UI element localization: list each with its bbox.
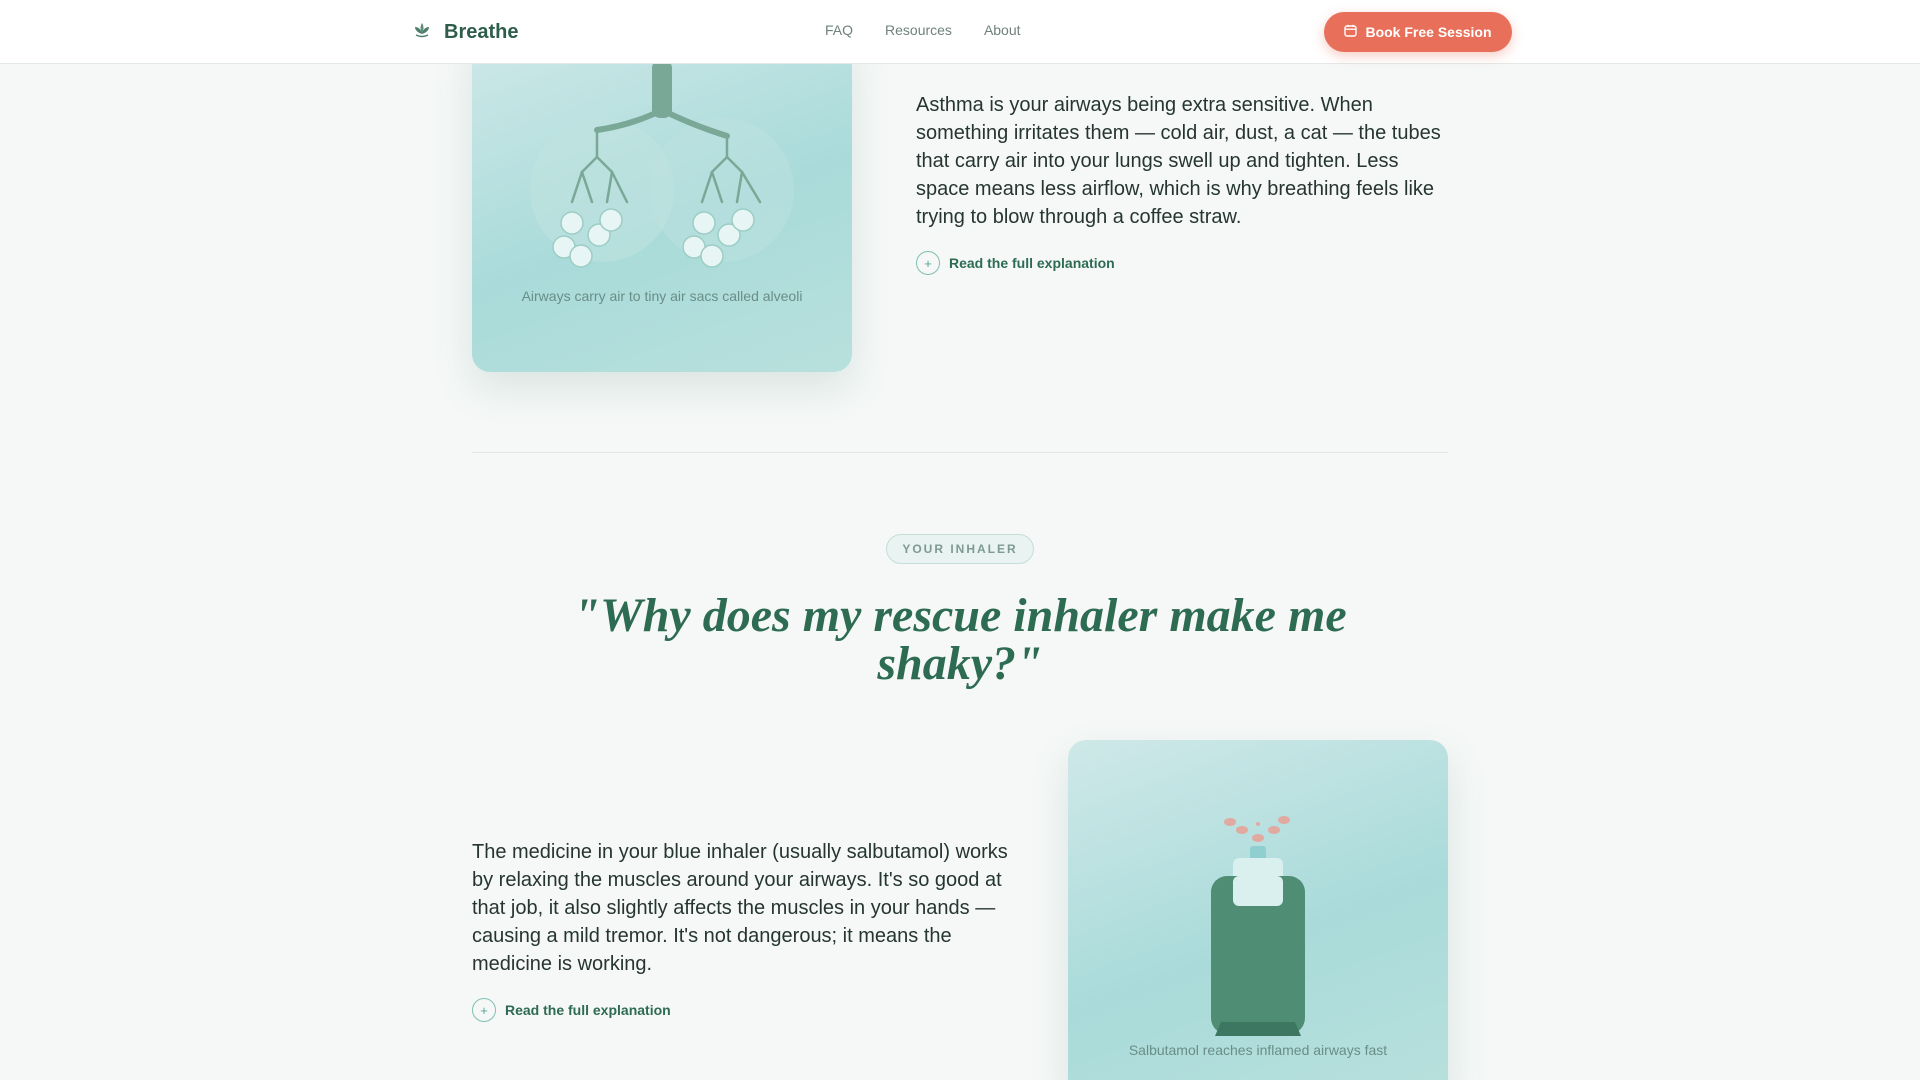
main-nav: FAQ Resources About <box>825 22 1021 38</box>
inhaler-read-more-link[interactable]: + Read the full explanation <box>472 998 671 1022</box>
nav-faq[interactable]: FAQ <box>825 22 853 38</box>
brand-logo-link[interactable]: Breathe <box>412 18 518 46</box>
inhaler-illustration-card: Salbutamol reaches inflamed airways fast <box>1068 740 1448 1080</box>
airways-explanation: Asthma is your airways being extra sensi… <box>916 94 1441 228</box>
airways-illustration-card: Airways carry air to tiny air sacs calle… <box>472 30 852 372</box>
inhaler-illustration <box>1211 816 1305 1036</box>
nav-about[interactable]: About <box>984 22 1021 38</box>
airways-read-more-link[interactable]: + Read the full explanation <box>916 251 1115 275</box>
lotus-icon <box>412 20 432 45</box>
book-session-label: Book Free Session <box>1365 24 1492 40</box>
section-tag: YOUR INHALER <box>886 534 1034 564</box>
airways-caption: Airways carry air to tiny air sacs calle… <box>521 288 803 304</box>
nav-resources[interactable]: Resources <box>885 22 952 38</box>
read-more-label: Read the full explanation <box>505 1002 671 1018</box>
inhaler-question-heading: "Why does my rescue inhaler make me shak… <box>573 589 1347 690</box>
section-divider <box>472 452 1448 453</box>
calendar-icon <box>1344 24 1358 40</box>
brand-name: Breathe <box>444 20 519 43</box>
site-header: Breathe FAQ Resources About Book Free Se… <box>0 0 1920 64</box>
plus-circle-icon: + <box>472 998 496 1022</box>
lungs-illustration <box>530 60 794 268</box>
inhaler-explanation: The medicine in your blue inhaler (usual… <box>472 841 1008 975</box>
plus-circle-icon: + <box>916 251 940 275</box>
inhaler-caption: Salbutamol reaches inflamed airways fast <box>1128 1042 1388 1058</box>
book-session-button[interactable]: Book Free Session <box>1324 12 1512 52</box>
read-more-label: Read the full explanation <box>949 255 1115 271</box>
